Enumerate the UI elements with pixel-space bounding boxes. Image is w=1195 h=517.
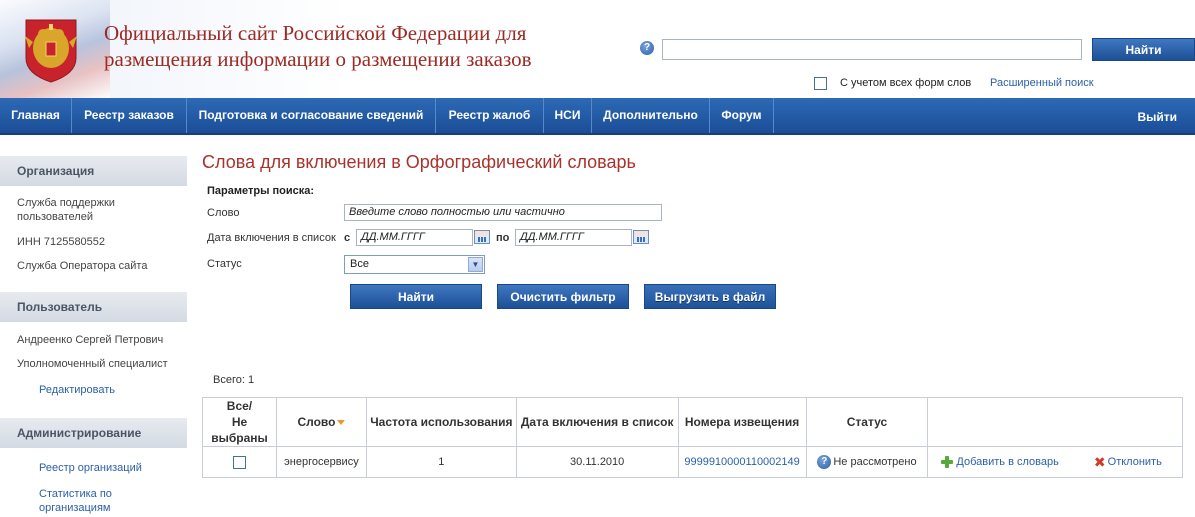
total-count: Всего: 1: [213, 374, 255, 386]
col-date: Дата включения в список: [515, 397, 679, 447]
row-notice-link[interactable]: 9999910000110002149: [684, 456, 799, 468]
col-select-line-1[interactable]: Все/: [205, 398, 274, 414]
row-frequency: 1: [365, 446, 517, 478]
main-nav: Главная Реестр заказов Подготовка и согл…: [0, 98, 1195, 135]
sidebar-user-edit-link[interactable]: Редактировать: [39, 383, 184, 397]
calendar-from-icon[interactable]: [474, 230, 490, 244]
sidebar-admin-stats-line-1[interactable]: Статистика по: [39, 487, 184, 501]
calendar-to-icon[interactable]: [633, 230, 649, 244]
col-word-label[interactable]: Слово: [297, 415, 335, 429]
question-icon[interactable]: ?: [817, 455, 832, 469]
coat-of-arms-icon: [25, 19, 77, 83]
row-notice-cell: 9999910000110002149: [677, 446, 807, 478]
site-header: Официальный сайт Российской Федерации дл…: [0, 0, 1195, 98]
site-title-line-2: размещения информации о размещении заказ…: [104, 47, 532, 71]
status-select-value: Все: [350, 258, 369, 270]
reject-button[interactable]: ✖ Отклонить: [1093, 453, 1162, 470]
row-select-cell: [202, 446, 277, 478]
add-to-dictionary-button[interactable]: Добавить в словарь: [940, 455, 1059, 469]
nav-item-orders[interactable]: Реестр заказов: [72, 98, 187, 133]
chevron-down-icon[interactable]: ▼: [468, 257, 483, 272]
plus-icon: [940, 455, 954, 469]
site-title: Официальный сайт Российской Федерации дл…: [104, 20, 584, 72]
row-word: энергосервису: [275, 446, 367, 478]
sidebar-user-name: Андреенко Сергей Петрович: [17, 334, 164, 346]
table-header-row: Все/ Не выбраны Слово Частота использова…: [202, 397, 1183, 447]
col-status: Статус: [805, 397, 929, 447]
sidebar-org-support: Служба поддержки пользователей: [17, 196, 182, 224]
sidebar-org-inn: ИНН 7125580552: [17, 236, 106, 248]
nav-item-nsi[interactable]: НСИ: [544, 98, 592, 133]
date-to-label: по: [496, 232, 510, 244]
sidebar-user-role: Уполномоченный специалист: [17, 358, 168, 370]
words-table: Все/ Не выбраны Слово Частота использова…: [202, 397, 1183, 478]
word-label: Слово: [207, 207, 240, 219]
sidebar-admin-registry-link[interactable]: Реестр организаций: [39, 461, 184, 475]
search-button[interactable]: Найти: [1092, 38, 1195, 61]
word-input[interactable]: Введите слово полностью или частично: [344, 204, 662, 221]
nav-item-additional[interactable]: Дополнительно: [592, 98, 710, 133]
advanced-search-link[interactable]: Расширенный поиск: [990, 77, 1094, 89]
exit-link[interactable]: Выйти: [1137, 98, 1177, 133]
help-icon[interactable]: ?: [640, 41, 654, 55]
row-date: 30.11.2010: [515, 446, 679, 478]
col-frequency: Частота использования: [365, 397, 517, 447]
search-params-label: Параметры поиска:: [207, 185, 315, 197]
date-label: Дата включения в список: [207, 232, 336, 244]
sidebar-section-user: Пользователь: [0, 292, 187, 322]
row-checkbox[interactable]: [232, 455, 246, 469]
status-select[interactable]: Все ▼: [344, 255, 485, 274]
date-from-label: с: [344, 232, 351, 244]
col-notice: Номера извещения: [677, 397, 807, 447]
sidebar-section-admin: Администрирование: [0, 418, 187, 448]
reject-label[interactable]: Отклонить: [1108, 456, 1162, 468]
sidebar-org-operator: Служба Оператора сайта: [17, 260, 148, 272]
sidebar-admin-stats-line-2[interactable]: организациям: [39, 501, 184, 515]
page-title: Слова для включения в Орфографический сл…: [202, 152, 636, 172]
row-status: Не рассмотрено: [833, 455, 917, 468]
add-to-dictionary-label[interactable]: Добавить в словарь: [956, 456, 1058, 468]
search-input[interactable]: [662, 39, 1082, 60]
date-to-input[interactable]: ДД.ММ.ГГГГ: [515, 229, 632, 246]
col-select-all[interactable]: Все/ Не выбраны: [202, 397, 277, 447]
col-actions: [927, 397, 1183, 447]
row-status-cell: ? Не рассмотрено: [805, 446, 929, 478]
nav-item-home[interactable]: Главная: [0, 98, 72, 133]
wordforms-label: С учетом всех форм слов: [840, 77, 972, 89]
find-button[interactable]: Найти: [350, 284, 482, 309]
status-label: Статус: [207, 258, 242, 270]
nav-item-complaints[interactable]: Реестр жалоб: [436, 98, 544, 133]
date-from-input[interactable]: ДД.ММ.ГГГГ: [356, 229, 473, 246]
table-row: энергосервису 1 30.11.2010 9999910000110…: [202, 446, 1183, 478]
col-word[interactable]: Слово: [275, 397, 367, 447]
row-actions-cell: Добавить в словарь ✖ Отклонить: [927, 446, 1183, 478]
site-title-line-1: Официальный сайт Российской Федерации дл…: [104, 21, 527, 45]
export-button[interactable]: Выгрузить в файл: [644, 284, 776, 309]
nav-item-preparation[interactable]: Подготовка и согласование сведений: [187, 98, 436, 133]
sidebar-org-support-line-1: Служба поддержки: [17, 197, 115, 209]
sidebar-section-organization: Организация: [0, 156, 187, 186]
sidebar-org-support-line-2: пользователей: [17, 211, 93, 223]
sort-arrow-icon[interactable]: [337, 420, 346, 426]
sidebar-admin-stats-link[interactable]: Статистика по организациям: [39, 487, 184, 515]
wordforms-checkbox[interactable]: [814, 77, 827, 90]
nav-item-forum[interactable]: Форум: [710, 98, 774, 133]
close-icon: ✖: [1093, 453, 1106, 470]
col-select-line-2[interactable]: Не выбраны: [205, 414, 274, 446]
clear-filter-button[interactable]: Очистить фильтр: [497, 284, 629, 309]
